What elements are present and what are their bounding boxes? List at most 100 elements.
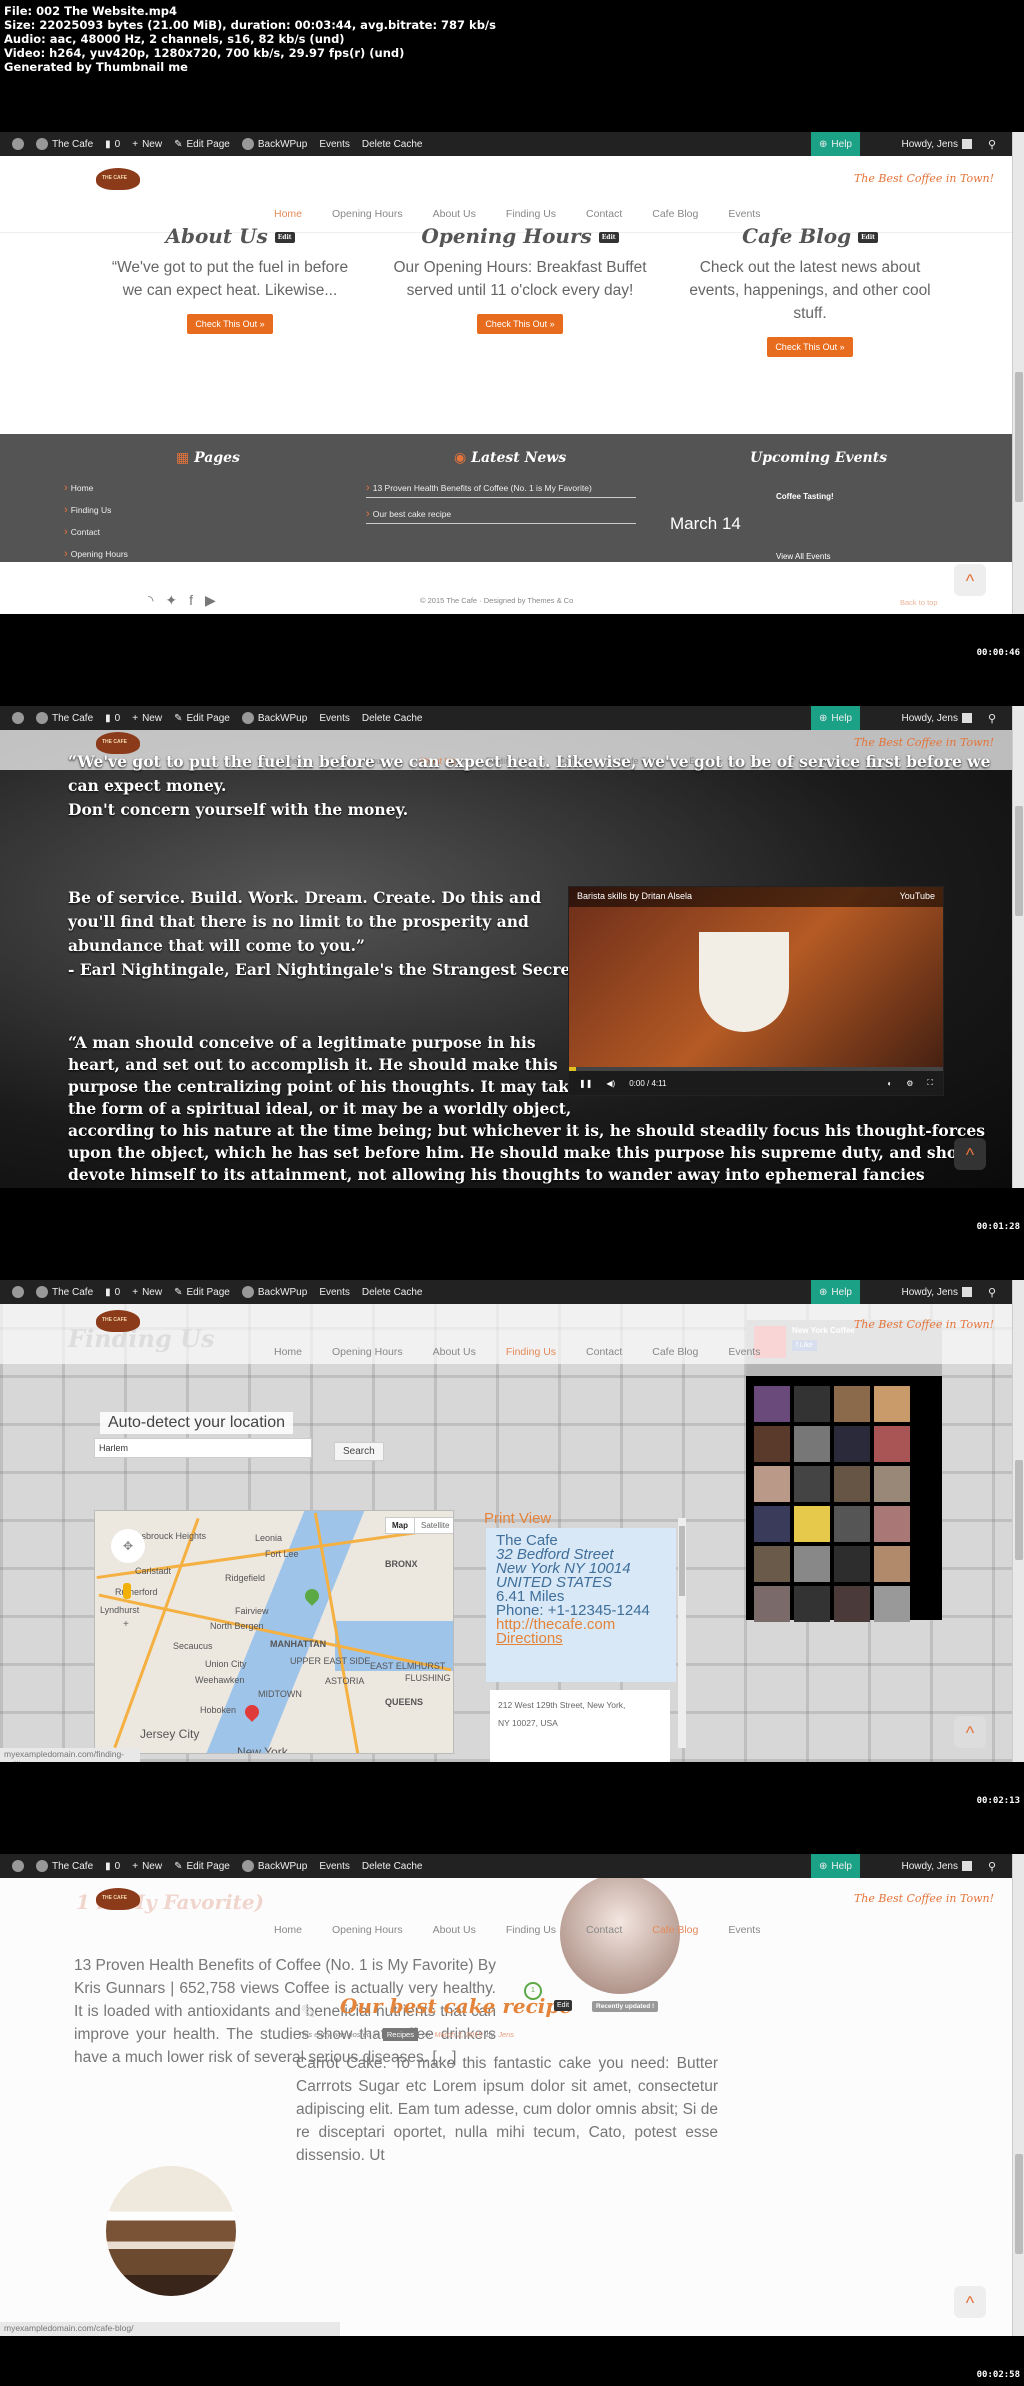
howdy-user-menu[interactable]: Howdy, Jens (901, 706, 972, 730)
nav-opening-hours[interactable]: Opening Hours (332, 208, 403, 220)
scroll-to-top-button[interactable]: ^ (954, 564, 986, 596)
admin-backwpup-link[interactable]: BackWPup (241, 138, 307, 150)
fb-fan-avatar[interactable] (794, 1466, 830, 1502)
admin-site-link[interactable]: The Cafe (36, 712, 93, 724)
fb-fan-avatar[interactable] (794, 1586, 830, 1622)
fb-fan-avatar[interactable] (834, 1506, 870, 1542)
back-to-top-link[interactable]: Back to top (900, 598, 938, 607)
admin-events-link[interactable]: Events (319, 1861, 350, 1872)
check-this-out-button[interactable]: Check This Out » (187, 314, 273, 334)
nav-about-us[interactable]: About Us (433, 1346, 476, 1358)
edit-button[interactable]: Edit (274, 232, 295, 243)
search-icon[interactable]: ⚲ (988, 138, 996, 151)
admin-site-link[interactable]: The Cafe (36, 1860, 93, 1872)
pages-link[interactable]: Contact (64, 526, 128, 538)
admin-backwpup-link[interactable]: BackWPup (241, 1860, 307, 1872)
scroll-to-top-button[interactable]: ^ (954, 1716, 986, 1748)
wordpress-logo-icon[interactable] (12, 1860, 24, 1872)
nav-events[interactable]: Events (728, 1346, 760, 1358)
admin-events-link[interactable]: Events (319, 713, 350, 724)
fb-fan-avatar[interactable] (874, 1506, 910, 1542)
nav-about-us[interactable]: About Us (433, 208, 476, 220)
event-name[interactable]: Coffee Tasting! (776, 492, 834, 501)
wordpress-logo-icon[interactable] (12, 712, 24, 724)
video-title[interactable]: Barista skills by Dritan Alsela (577, 891, 692, 903)
edit-button[interactable]: Edit (598, 232, 619, 243)
admin-events-link[interactable]: Events (319, 139, 350, 150)
location-search-input[interactable] (94, 1438, 312, 1458)
admin-comments-link[interactable]: ▮ 0 (105, 139, 120, 150)
check-this-out-button[interactable]: Check This Out » (767, 337, 853, 357)
nav-contact[interactable]: Contact (586, 1924, 622, 1936)
twitter-icon[interactable]: ✦ (165, 592, 177, 609)
admin-events-link[interactable]: Events (319, 1287, 350, 1298)
search-button[interactable]: Search (334, 1442, 384, 1461)
pages-link[interactable]: Home (64, 482, 128, 494)
admin-new-link[interactable]: + New (132, 713, 162, 724)
pause-icon[interactable]: ❚❚ (579, 1079, 592, 1088)
news-link[interactable]: 13 Proven Health Benefits of Coffee (No.… (366, 482, 636, 498)
print-view-link[interactable]: Print View (484, 1510, 551, 1527)
rss-icon[interactable]: ◝ (148, 592, 153, 609)
admin-new-link[interactable]: + New (132, 139, 162, 150)
admin-new-link[interactable]: + New (132, 1861, 162, 1872)
fb-fan-avatar[interactable] (754, 1546, 790, 1582)
fb-fan-avatar[interactable] (754, 1426, 790, 1462)
nav-cafe-blog[interactable]: Cafe Blog (652, 1924, 698, 1936)
fb-fan-avatar[interactable] (754, 1506, 790, 1542)
nav-finding-us[interactable]: Finding Us (506, 1346, 556, 1358)
howdy-user-menu[interactable]: Howdy, Jens (901, 1854, 972, 1878)
category-tag[interactable]: Recipes (382, 2028, 418, 2041)
pages-link[interactable]: Opening Hours (64, 548, 128, 560)
info-scrollbar[interactable] (678, 1518, 686, 1748)
google-map[interactable]: Hasbrouck Heights Leonia Fort Lee Carlst… (94, 1510, 454, 1754)
fb-fan-avatar[interactable] (834, 1546, 870, 1582)
fb-fan-avatar[interactable] (834, 1386, 870, 1422)
wordpress-logo-icon[interactable] (12, 1286, 24, 1298)
page-scrollbar[interactable] (1012, 1854, 1024, 2336)
comment-count-bubble[interactable]: 1 (524, 1982, 542, 2000)
fb-fan-avatar[interactable] (794, 1426, 830, 1462)
admin-comments-link[interactable]: ▮ 0 (105, 1287, 120, 1298)
fb-fan-avatar[interactable] (754, 1586, 790, 1622)
page-scrollbar[interactable] (1012, 706, 1024, 1188)
youtube-video-player[interactable]: Barista skills by Dritan Alsela YouTube ❚… (568, 886, 944, 1096)
scroll-to-top-button[interactable]: ^ (954, 2286, 986, 2318)
facebook-icon[interactable]: f (189, 592, 193, 609)
cafe-logo[interactable] (96, 1888, 140, 1910)
nav-events[interactable]: Events (728, 1924, 760, 1936)
post-date-link[interactable]: March 2, 2015 (434, 2030, 482, 2039)
cafe-logo[interactable] (96, 168, 140, 190)
directions-link[interactable]: Directions (496, 1631, 666, 1646)
nav-contact[interactable]: Contact (586, 208, 622, 220)
pages-link[interactable]: Finding Us (64, 504, 128, 516)
admin-delete-cache-link[interactable]: Delete Cache (362, 713, 423, 724)
admin-comments-link[interactable]: ▮ 0 (105, 713, 120, 724)
search-icon[interactable]: ⚲ (988, 1286, 996, 1299)
admin-delete-cache-link[interactable]: Delete Cache (362, 139, 423, 150)
admin-delete-cache-link[interactable]: Delete Cache (362, 1861, 423, 1872)
nav-cafe-blog[interactable]: Cafe Blog (652, 1346, 698, 1358)
admin-comments-link[interactable]: ▮ 0 (105, 1861, 120, 1872)
admin-edit-page-link[interactable]: ✎ Edit Page (174, 713, 230, 724)
edit-button[interactable]: Edit (858, 232, 878, 243)
nav-home[interactable]: Home (274, 208, 302, 220)
page-scrollbar[interactable] (1012, 1280, 1024, 1762)
help-button[interactable]: ⊕ Help (811, 1854, 860, 1878)
nav-finding-us[interactable]: Finding Us (506, 208, 556, 220)
help-button[interactable]: ⊕ Help (811, 132, 860, 156)
nav-about-us[interactable]: About Us (433, 1924, 476, 1936)
fb-fan-avatar[interactable] (794, 1546, 830, 1582)
admin-edit-page-link[interactable]: ✎ Edit Page (174, 139, 230, 150)
nav-contact[interactable]: Contact (586, 1346, 622, 1358)
view-all-events-link[interactable]: View All Events (776, 552, 831, 561)
admin-edit-page-link[interactable]: ✎ Edit Page (174, 1861, 230, 1872)
nav-cafe-blog[interactable]: Cafe Blog (652, 208, 698, 220)
map-pan-control[interactable]: ✥ (111, 1529, 145, 1563)
admin-new-link[interactable]: + New (132, 1287, 162, 1298)
zoom-in-button[interactable]: + (123, 1619, 129, 1630)
fb-fan-avatar[interactable] (874, 1546, 910, 1582)
edit-button[interactable]: Edit (554, 2000, 573, 2011)
nav-events[interactable]: Events (728, 208, 760, 220)
nav-opening-hours[interactable]: Opening Hours (332, 1346, 403, 1358)
